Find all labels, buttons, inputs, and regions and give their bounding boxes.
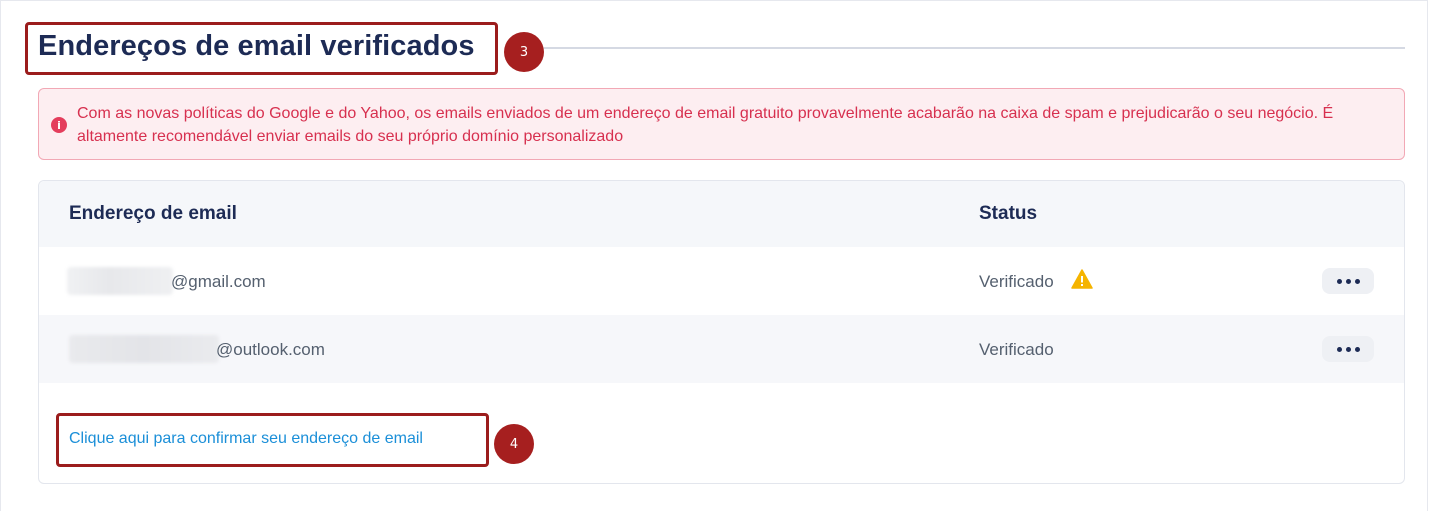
redacted-email-local-part — [67, 267, 173, 295]
more-options-button[interactable] — [1322, 268, 1374, 294]
more-options-button[interactable] — [1322, 336, 1374, 362]
annotation-box-3 — [25, 22, 498, 75]
column-header-status: Status — [979, 203, 1038, 224]
dot — [1354, 346, 1360, 352]
column-header-email: Endereço de email — [69, 203, 237, 224]
alert-message: Com as novas políticas do Google e do Ya… — [77, 105, 1334, 145]
table-row: @gmail.com Verificado — [39, 247, 1404, 315]
warning-icon[interactable] — [1071, 269, 1093, 289]
top-border — [0, 0, 1428, 1]
redacted-email-local-part — [69, 335, 219, 363]
status-text: Verificado — [979, 340, 1054, 359]
table-header: Endereço de email Status — [39, 181, 1404, 247]
dot — [1354, 278, 1360, 284]
annotation-badge-4: 4 — [494, 424, 534, 464]
dot — [1345, 278, 1351, 284]
status-text: Verificado — [979, 272, 1054, 291]
dot — [1336, 346, 1342, 352]
email-address: @gmail.com — [171, 272, 266, 291]
annotation-box-4 — [56, 413, 489, 467]
info-icon: i — [51, 117, 67, 133]
spam-warning-alert: i Com as novas políticas do Google e do … — [38, 88, 1405, 160]
header-divider — [544, 47, 1405, 49]
dot — [1336, 278, 1342, 284]
table-row: @outlook.com Verificado — [39, 315, 1404, 383]
right-border — [1427, 0, 1428, 511]
email-address: @outlook.com — [216, 340, 325, 359]
annotation-badge-3: 3 — [504, 32, 544, 72]
dot — [1345, 346, 1351, 352]
